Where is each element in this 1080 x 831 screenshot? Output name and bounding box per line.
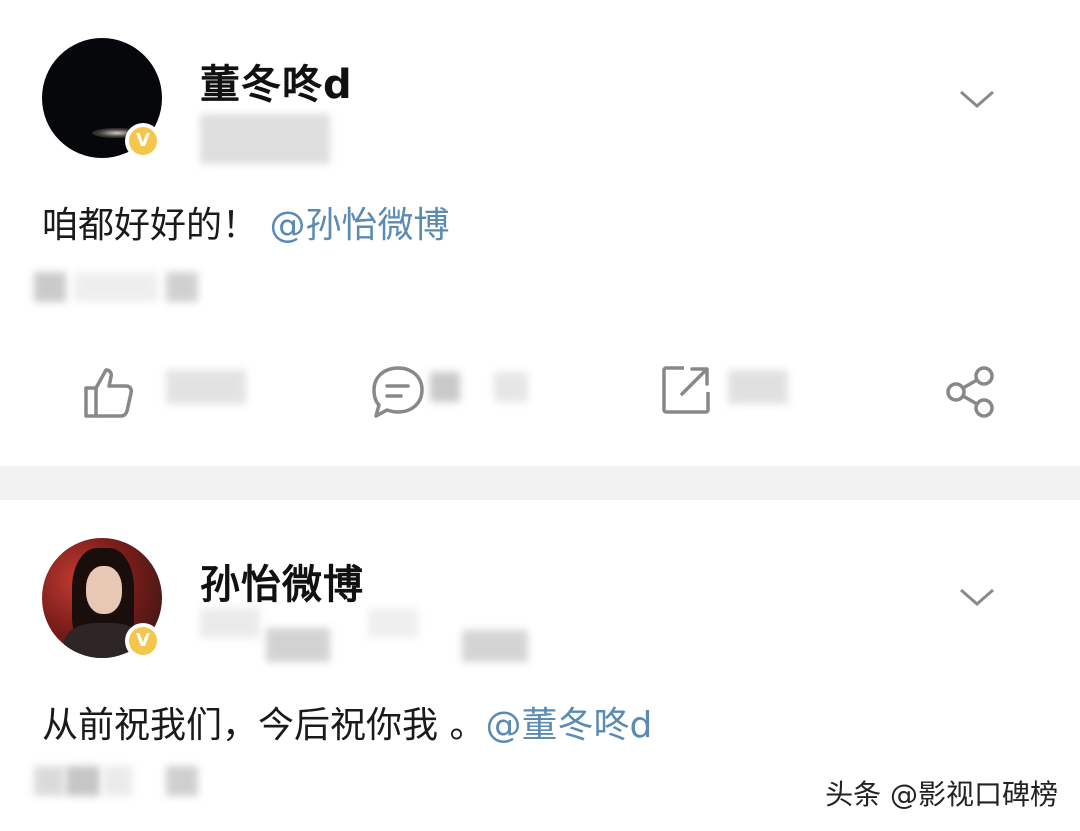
thumbs-up-icon xyxy=(84,368,133,418)
blurred-post-extra xyxy=(74,272,158,302)
blurred-post-meta xyxy=(266,628,330,662)
comment-button[interactable] xyxy=(370,360,550,420)
post-text: 咱都好好的！ @孙怡微博 xyxy=(42,196,449,248)
mention-link[interactable]: @孙怡微博 xyxy=(269,205,449,246)
post-body: 从前祝我们，今后祝你我 。 xyxy=(42,705,486,746)
verified-badge-icon: V xyxy=(125,623,161,659)
post-text: 从前祝我们，今后祝你我 。@董冬咚d xyxy=(42,696,652,748)
blurred-post-extra xyxy=(166,272,198,302)
username[interactable]: 董冬咚d xyxy=(200,52,353,110)
blurred-post-meta xyxy=(200,114,330,164)
post-separator xyxy=(0,466,1080,500)
like-button[interactable] xyxy=(80,360,260,420)
avatar[interactable]: V xyxy=(42,38,162,159)
verified-badge-icon: V xyxy=(125,123,161,159)
share-icon xyxy=(946,366,994,418)
username[interactable]: 孙怡微博 xyxy=(200,552,364,610)
comment-count xyxy=(494,372,528,402)
chevron-down-icon[interactable] xyxy=(958,80,996,118)
blurred-post-extra xyxy=(66,766,100,796)
blurred-post-meta xyxy=(200,608,260,638)
blurred-post-extra xyxy=(104,766,132,796)
mention-link[interactable]: @董冬咚d xyxy=(485,705,652,746)
blurred-post-meta xyxy=(368,608,418,638)
blurred-post-extra xyxy=(34,272,66,302)
chevron-down-icon[interactable] xyxy=(958,578,996,616)
share-button[interactable] xyxy=(944,360,1004,420)
blurred-post-extra xyxy=(166,766,198,796)
repost-icon xyxy=(662,366,710,414)
comment-icon xyxy=(372,366,424,418)
post-body: 咱都好好的！ xyxy=(42,205,259,246)
repost-button[interactable] xyxy=(660,360,840,420)
blurred-post-extra xyxy=(34,766,64,796)
repost-count xyxy=(728,370,788,404)
weibo-post: V 董冬咚d 咱都好好的！ @孙怡微博 xyxy=(0,0,1080,466)
avatar[interactable]: V xyxy=(42,538,162,659)
like-count xyxy=(166,370,246,404)
watermark: 头条 @影视口碑榜 xyxy=(825,778,1058,811)
comment-count xyxy=(430,372,460,402)
blurred-post-meta xyxy=(462,630,528,662)
action-bar xyxy=(0,360,1080,420)
